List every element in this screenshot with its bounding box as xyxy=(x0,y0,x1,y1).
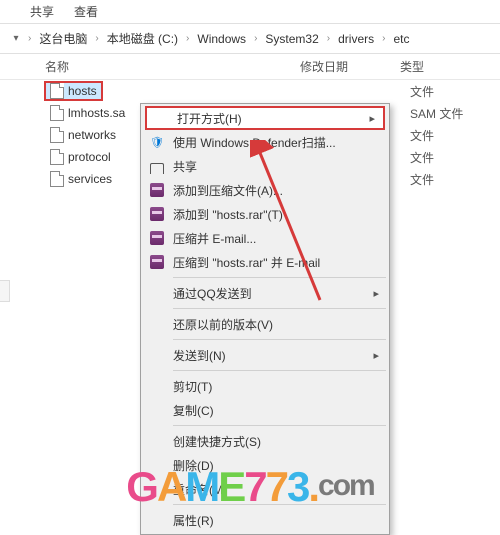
file-type: 文件 xyxy=(410,171,434,188)
menu-add-archive[interactable]: 添加到压缩文件(A)... xyxy=(143,178,387,202)
breadcrumb-item[interactable]: etc xyxy=(389,30,413,48)
chevron-right-icon: › xyxy=(91,33,102,44)
file-name: networks xyxy=(68,128,116,142)
nav-pane-stub xyxy=(0,280,10,302)
chevron-right-icon: › xyxy=(378,33,389,44)
file-icon xyxy=(50,149,64,165)
breadcrumb-item[interactable]: drivers xyxy=(334,30,378,48)
watermark: GAME773.com xyxy=(126,463,373,511)
file-icon xyxy=(50,171,64,187)
menu-separator xyxy=(173,277,386,278)
menu-add-hosts-rar[interactable]: 添加到 "hosts.rar"(T) xyxy=(143,202,387,226)
share-icon xyxy=(149,158,165,174)
tab-view[interactable]: 查看 xyxy=(64,3,108,20)
menu-send-to[interactable]: 发送到(N) xyxy=(143,343,387,367)
tab-share[interactable]: 共享 xyxy=(20,3,64,20)
menu-properties[interactable]: 属性(R) xyxy=(143,508,387,532)
breadcrumb-item[interactable]: System32 xyxy=(261,30,322,48)
rar-icon xyxy=(149,182,165,198)
shield-icon: 🛡 xyxy=(149,134,165,150)
chevron-right-icon: › xyxy=(250,33,261,44)
file-name: services xyxy=(68,172,112,186)
menu-cut[interactable]: 剪切(T) xyxy=(143,374,387,398)
menu-separator xyxy=(173,339,386,340)
breadcrumb-item[interactable]: Windows xyxy=(193,30,250,48)
menu-copy[interactable]: 复制(C) xyxy=(143,398,387,422)
file-type: 文件 xyxy=(410,149,434,166)
menu-separator xyxy=(173,425,386,426)
file-type: 文件 xyxy=(410,83,434,100)
chevron-right-icon: › xyxy=(24,33,35,44)
menu-open-with[interactable]: 打开方式(H) xyxy=(145,106,385,130)
column-name[interactable]: 名称 xyxy=(45,58,300,75)
file-icon xyxy=(50,105,64,121)
chevron-right-icon: › xyxy=(182,33,193,44)
menu-restore-version[interactable]: 还原以前的版本(V) xyxy=(143,312,387,336)
breadcrumb-item[interactable]: 本地磁盘 (C:) xyxy=(103,28,182,49)
file-row[interactable]: hosts 文件 xyxy=(0,80,500,102)
breadcrumb[interactable]: ▾ › 这台电脑 › 本地磁盘 (C:) › Windows › System3… xyxy=(0,24,500,54)
file-name: hosts xyxy=(68,84,97,98)
menu-defender-scan[interactable]: 🛡使用 Windows Defender扫描... xyxy=(143,130,387,154)
ribbon-tabs: 共享 查看 xyxy=(0,0,500,24)
column-headers: 名称 修改日期 类型 xyxy=(0,54,500,80)
menu-separator xyxy=(173,308,386,309)
menu-compress-hosts-email[interactable]: 压缩到 "hosts.rar" 并 E-mail xyxy=(143,250,387,274)
menu-share[interactable]: 共享 xyxy=(143,154,387,178)
column-date[interactable]: 修改日期 xyxy=(300,58,400,75)
file-name: lmhosts.sa xyxy=(68,106,125,120)
rar-icon xyxy=(149,206,165,222)
chevron-right-icon: › xyxy=(323,33,334,44)
menu-qq-send[interactable]: 通过QQ发送到 xyxy=(143,281,387,305)
breadcrumb-item[interactable]: 这台电脑 xyxy=(35,28,91,49)
rar-icon xyxy=(149,230,165,246)
column-type[interactable]: 类型 xyxy=(400,58,500,75)
menu-separator xyxy=(173,370,386,371)
rar-icon xyxy=(149,254,165,270)
menu-compress-email[interactable]: 压缩并 E-mail... xyxy=(143,226,387,250)
file-type: 文件 xyxy=(410,127,434,144)
file-icon xyxy=(50,83,64,99)
file-name: protocol xyxy=(68,150,111,164)
breadcrumb-back-icon[interactable]: ▾ xyxy=(8,28,24,50)
file-type: SAM 文件 xyxy=(410,105,463,122)
menu-create-shortcut[interactable]: 创建快捷方式(S) xyxy=(143,429,387,453)
file-icon xyxy=(50,127,64,143)
